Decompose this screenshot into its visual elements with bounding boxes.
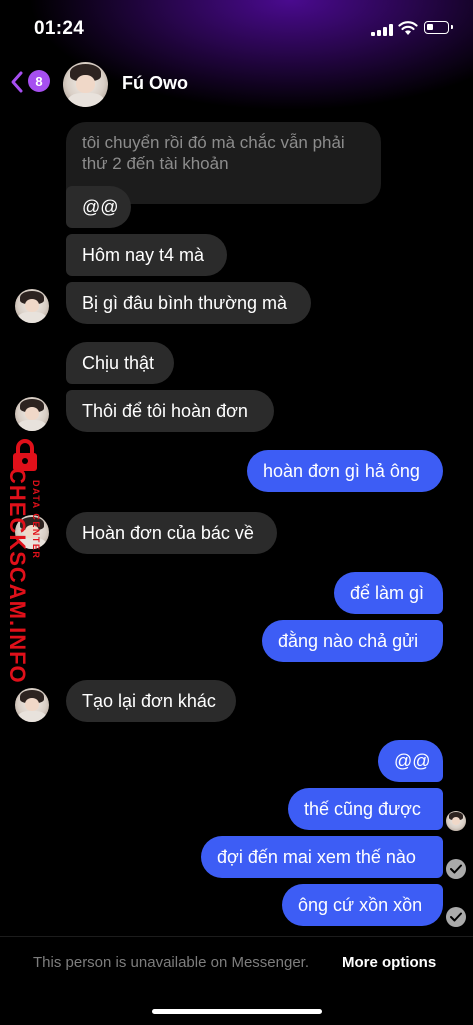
watermark: CHECKSCAM.INFO DATA CENTER xyxy=(2,438,54,684)
message-incoming[interactable]: @@ xyxy=(66,186,131,228)
message-incoming[interactable]: Chịu thật xyxy=(66,342,174,384)
status-time: 01:24 xyxy=(34,18,85,39)
message-outgoing[interactable]: để làm gì xyxy=(334,572,443,614)
message-outgoing[interactable]: thế cũng được xyxy=(288,788,443,830)
unavailable-notice: This person is unavailable on Messenger. xyxy=(33,954,309,971)
message-outgoing[interactable]: đợi đến mai xem thế nào xyxy=(201,836,443,878)
home-indicator[interactable] xyxy=(152,1009,322,1014)
chevron-left-icon xyxy=(11,71,23,93)
conversation-header: 8 Fú Owo xyxy=(0,56,473,112)
contact-avatar[interactable] xyxy=(63,62,108,107)
status-bar: 01:24 xyxy=(0,0,473,56)
message-outgoing[interactable]: @@ xyxy=(378,740,443,782)
unread-badge: 8 xyxy=(28,70,50,92)
composer-footer: This person is unavailable on Messenger.… xyxy=(0,936,473,1025)
more-options-link[interactable]: More options xyxy=(342,954,436,971)
sender-avatar xyxy=(15,397,49,431)
back-button[interactable]: 8 xyxy=(8,66,56,98)
delivered-check-icon xyxy=(446,907,466,927)
cellular-signal-icon xyxy=(371,24,393,36)
message-incoming[interactable]: Tạo lại đơn khác xyxy=(66,680,236,722)
wifi-icon xyxy=(398,20,418,36)
message-incoming[interactable]: Bị gì đâu bình thường mà xyxy=(66,282,311,324)
watermark-text: CHECKSCAM.INFO xyxy=(5,468,30,684)
message-outgoing[interactable]: hoàn đơn gì hả ông xyxy=(247,450,443,492)
delivered-check-icon xyxy=(446,859,466,879)
message-outgoing[interactable]: ông cứ xồn xồn xyxy=(282,884,443,926)
message-incoming[interactable]: Hôm nay t4 mà xyxy=(66,234,227,276)
message-incoming[interactable]: Thôi để tôi hoàn đơn xyxy=(66,390,274,432)
lock-icon xyxy=(13,439,37,471)
watermark-subtext: DATA CENTER xyxy=(31,480,41,560)
message-incoming[interactable]: Hoàn đơn của bác về xyxy=(66,512,277,554)
message-outgoing[interactable]: đằng nào chả gửi xyxy=(262,620,443,662)
read-receipt-avatar xyxy=(446,811,466,831)
battery-icon xyxy=(424,21,453,34)
sender-avatar xyxy=(15,289,49,323)
contact-name[interactable]: Fú Owo xyxy=(122,73,188,94)
sender-avatar xyxy=(15,688,49,722)
